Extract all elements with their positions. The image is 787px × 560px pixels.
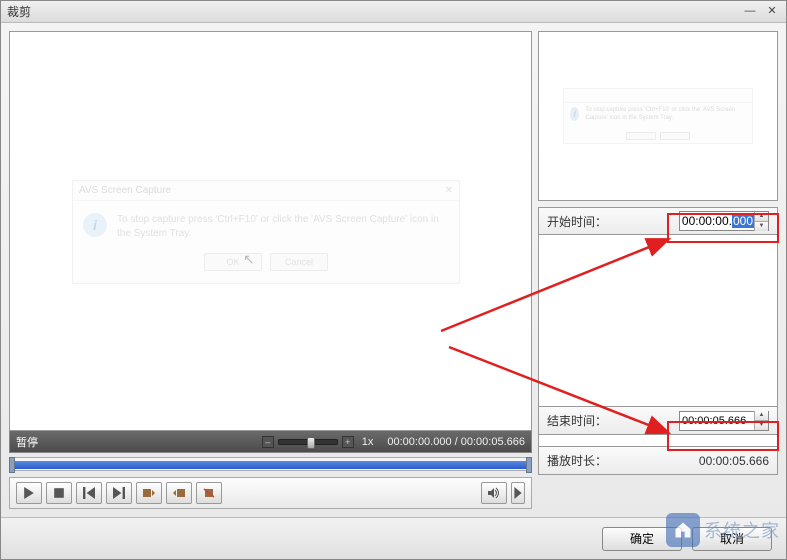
right-pane: i To stop capture press 'Ctrl+F10' or cl…	[538, 31, 778, 509]
duration-value: 00:00:05.666	[699, 454, 769, 468]
video-preview: AVS Screen Capture ✕ i To stop capture p…	[9, 31, 532, 431]
close-icon[interactable]: ✕	[764, 5, 780, 19]
time-display: 00:00:00.000 / 00:00:05.666	[387, 436, 525, 448]
mark-in-button[interactable]	[136, 482, 162, 504]
mark-out-button[interactable]	[166, 482, 192, 504]
start-time-spinner[interactable]: ▲▼	[754, 212, 768, 231]
duration-label: 播放时长：	[547, 452, 607, 469]
preview-inner-dialog: AVS Screen Capture ✕ i To stop capture p…	[72, 180, 460, 284]
stop-button[interactable]	[46, 482, 72, 504]
speed-label: 1x	[362, 436, 374, 448]
preview-dialog-message: To stop capture press 'Ctrl+F10' or clic…	[117, 213, 449, 241]
preview-dialog-cancel: Cancel	[270, 253, 328, 271]
volume-button[interactable]	[481, 482, 507, 504]
end-time-input[interactable]: ▲▼	[679, 411, 769, 431]
titlebar: 裁剪 — ✕	[1, 1, 786, 23]
prev-button[interactable]	[76, 482, 102, 504]
playback-status-bar: 暂停 – + 1x 00:00:00.000 / 00:00:05.666	[9, 431, 532, 453]
speed-minus-button[interactable]: –	[262, 436, 274, 448]
start-time-row: 开始时间： 00:00:00.000 ▲▼	[538, 207, 778, 235]
preview-dialog-ok: OK	[204, 253, 262, 271]
info-icon: i	[83, 213, 107, 237]
trim-end-handle[interactable]	[526, 457, 532, 473]
volume-expand-button[interactable]	[511, 482, 525, 504]
preview-dialog-title: AVS Screen Capture	[79, 185, 171, 196]
thumb-info-icon: i	[570, 107, 579, 121]
pause-label: 暂停	[16, 434, 38, 450]
ok-button[interactable]: 确定	[602, 527, 682, 551]
minimize-icon[interactable]: —	[742, 5, 758, 19]
delete-trim-button[interactable]	[196, 482, 222, 504]
middle-spacer	[538, 235, 778, 407]
speed-plus-button[interactable]: +	[342, 436, 354, 448]
player-controls	[9, 477, 532, 509]
duration-row: 播放时长： 00:00:05.666	[538, 447, 778, 475]
play-button[interactable]	[16, 482, 42, 504]
start-time-input[interactable]: 00:00:00.000 ▲▼	[679, 211, 769, 231]
next-button[interactable]	[106, 482, 132, 504]
crop-dialog-window: 裁剪 — ✕ AVS Screen Capture ✕ i To stop ca…	[0, 0, 787, 560]
thumb-text: To stop capture press 'Ctrl+F10' or clic…	[585, 107, 746, 123]
trim-start-handle[interactable]	[9, 457, 15, 473]
end-time-row: 结束时间： ▲▼	[538, 407, 778, 435]
preview-dialog-close-icon: ✕	[445, 185, 453, 196]
end-time-label: 结束时间：	[547, 412, 607, 429]
thumbnail-preview: i To stop capture press 'Ctrl+F10' or cl…	[538, 31, 778, 201]
speed-slider[interactable]	[278, 439, 338, 445]
dialog-buttons: 确定 取消	[1, 517, 786, 559]
content-area: AVS Screen Capture ✕ i To stop capture p…	[1, 23, 786, 517]
end-time-spinner[interactable]: ▲▼	[754, 411, 768, 430]
timeline[interactable]	[9, 457, 532, 471]
start-time-label: 开始时间：	[547, 213, 607, 230]
cancel-button[interactable]: 取消	[692, 527, 772, 551]
left-pane: AVS Screen Capture ✕ i To stop capture p…	[9, 31, 532, 509]
small-spacer	[538, 435, 778, 447]
window-title: 裁剪	[7, 3, 31, 20]
